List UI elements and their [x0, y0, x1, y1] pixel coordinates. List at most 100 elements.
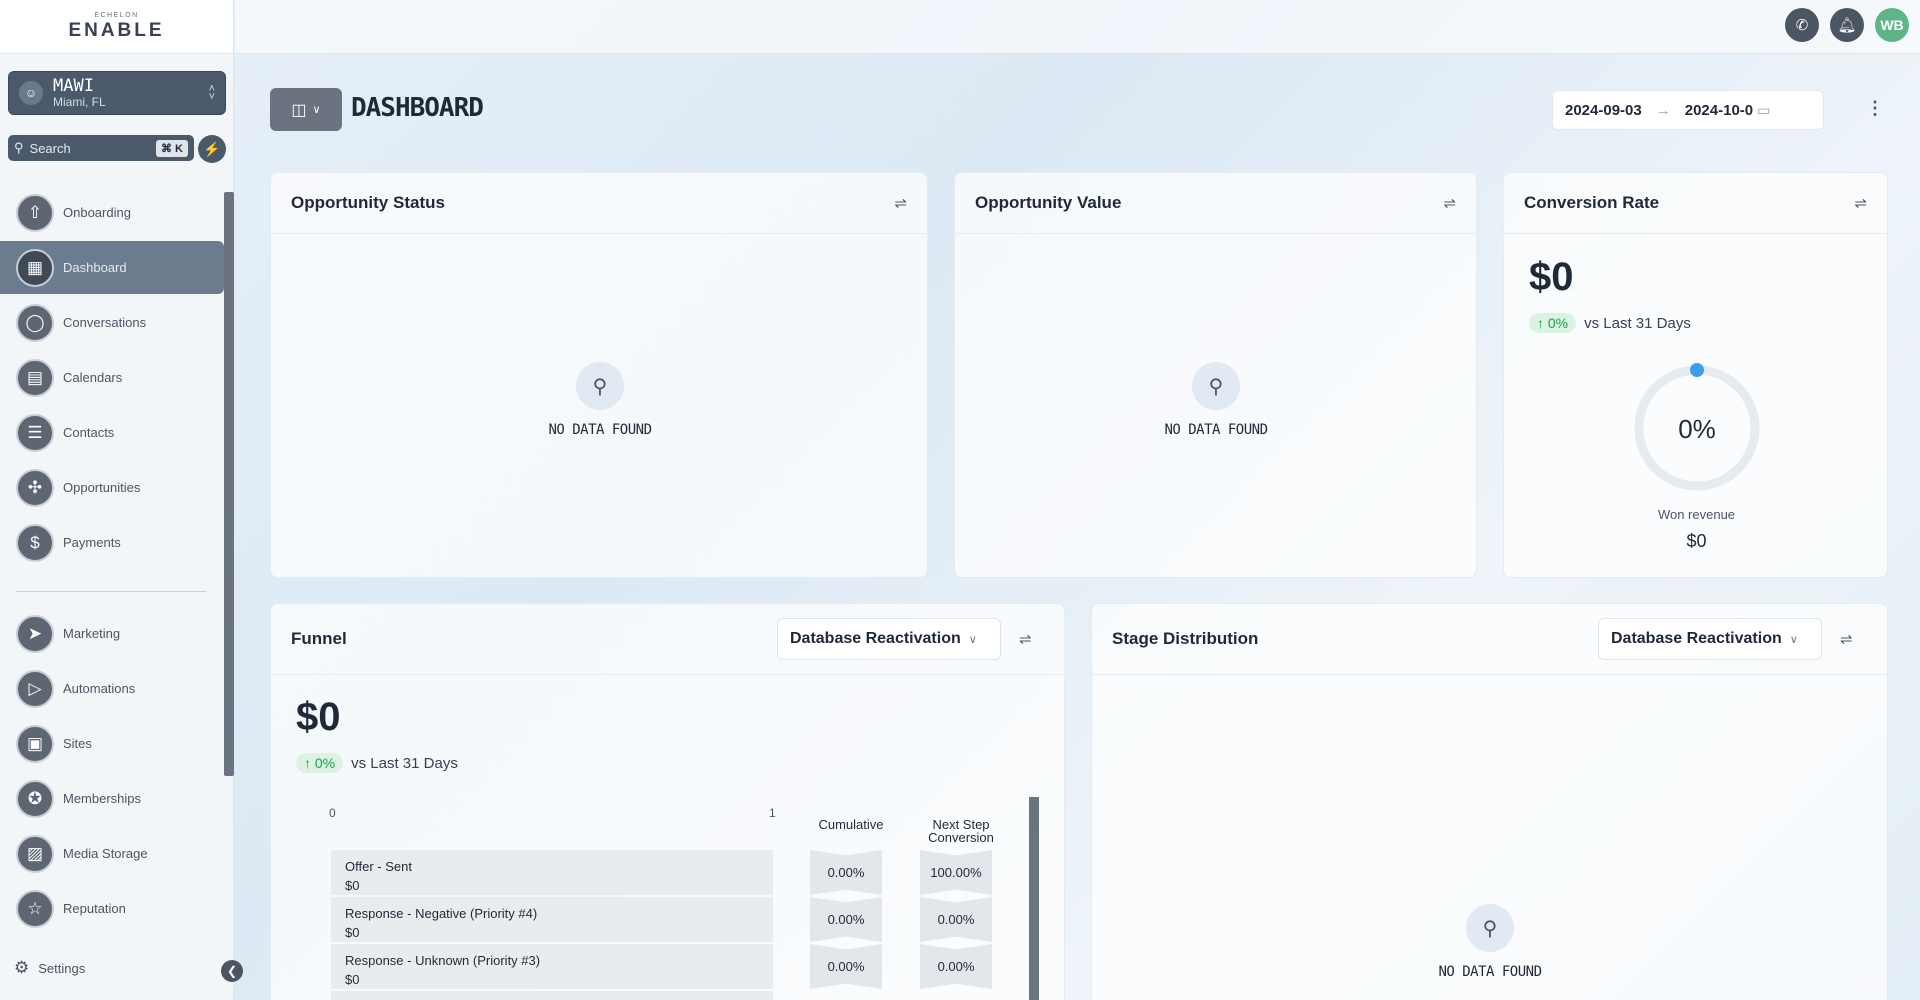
- send-icon: ➤: [16, 614, 54, 653]
- sites-icon: ▣: [16, 724, 54, 763]
- comparison-text: vs Last 31 Days: [351, 754, 458, 772]
- phone-icon: ✆: [1795, 17, 1809, 34]
- top-bar: ✆ 🔔︎ WB: [235, 0, 1920, 54]
- empty-state-text: NO DATA FOUND: [1164, 422, 1268, 438]
- notifications-button[interactable]: 🔔︎: [1830, 8, 1864, 42]
- conversion-rate-card: Conversion Rate ⇌ $0 ↑ 0% vs Last 31 Day…: [1503, 172, 1888, 578]
- chat-icon: ◯: [16, 303, 54, 342]
- axis-max: 1: [769, 806, 776, 820]
- calendar-icon: ▤: [16, 358, 54, 397]
- location-switcher[interactable]: ☺ MAWI Miami, FL ˄ ˅: [8, 71, 226, 115]
- more-options-icon[interactable]: ⋮: [1866, 98, 1884, 119]
- dashboard-view-switcher[interactable]: ◫ ∨: [270, 88, 342, 131]
- search-icon: ⚲: [576, 362, 624, 410]
- conversion-amount: $0: [1529, 255, 1574, 299]
- opportunity-status-card: Opportunity Status ⇌ ⚲ NO DATA FOUND: [270, 172, 928, 578]
- table-row: Offer - Sent $0: [331, 850, 773, 895]
- stage-distribution-card: Stage Distribution Database Reactivation…: [1091, 603, 1888, 1000]
- date-range-picker[interactable]: 2024-09-03 → 2024-10-0 ▭: [1552, 90, 1824, 130]
- cumulative-cell: 0.00%: [810, 944, 882, 989]
- sidebar-item-memberships[interactable]: ✪ Memberships: [0, 772, 224, 825]
- next-step-cell: 0.00%: [920, 897, 992, 942]
- arrow-right-icon: →: [1655, 101, 1671, 119]
- sidebar-item-conversations[interactable]: ◯ Conversations: [0, 296, 224, 349]
- sidebar-item-contacts[interactable]: ☰ Contacts: [0, 406, 224, 459]
- change-badge: ↑ 0%: [1529, 313, 1577, 333]
- sidebar-item-reputation[interactable]: ☆ Reputation: [0, 882, 224, 935]
- sidebar-item-label: Sites: [63, 736, 92, 751]
- gauge-indicator: [1690, 363, 1704, 377]
- conversion-change-row: ↑ 0% vs Last 31 Days: [1529, 313, 1691, 333]
- sidebar-item-label: Contacts: [63, 425, 115, 440]
- collapse-sidebar-button[interactable]: ❮: [221, 960, 243, 982]
- sidebar-item-opportunities[interactable]: ✣ Opportunities: [0, 461, 224, 514]
- change-badge: ↑ 0%: [296, 753, 344, 773]
- user-avatar[interactable]: WB: [1875, 8, 1909, 42]
- won-revenue-amount: $0: [1686, 531, 1707, 551]
- filter-settings-icon[interactable]: ⇌: [1840, 630, 1853, 648]
- sidebar: ECHELON ENABLE ☺ MAWI Miami, FL ˄ ˅ ⚲ Sea…: [0, 0, 243, 1000]
- location-icon: ☺: [19, 81, 43, 105]
- search-icon: ⚲: [1192, 362, 1240, 410]
- filter-settings-icon[interactable]: ⇌: [1854, 194, 1867, 212]
- calendar-icon: ▭: [1757, 101, 1771, 118]
- sidebar-item-label: Calendars: [63, 370, 123, 385]
- sidebar-item-payments[interactable]: $ Payments: [0, 516, 224, 569]
- phone-button[interactable]: ✆: [1785, 8, 1819, 42]
- filter-settings-icon[interactable]: ⇌: [1019, 630, 1032, 648]
- sidebar-item-label: Onboarding: [63, 205, 131, 220]
- quick-action-bolt-icon[interactable]: ⚡: [198, 135, 226, 163]
- axis-min: 0: [329, 806, 336, 820]
- funnel-scrollbar[interactable]: [1029, 797, 1039, 1000]
- select-value: Database Reactivation: [790, 630, 961, 647]
- sidebar-item-sites[interactable]: ▣ Sites: [0, 717, 224, 770]
- sidebar-item-label: Conversations: [63, 315, 147, 330]
- opportunities-icon: ✣: [16, 468, 54, 507]
- table-row: Response - Unknown (Priority #3) $0: [331, 944, 773, 989]
- sidebar-item-onboarding[interactable]: ⇧ Onboarding: [0, 186, 224, 239]
- column-header-next-step: Next Step Conversion: [921, 818, 1001, 844]
- brand-logo[interactable]: ECHELON ENABLE: [0, 0, 233, 54]
- chevron-down-icon: ∨: [312, 104, 321, 116]
- sidebar-item-label: Opportunities: [63, 480, 141, 495]
- sidebar-item-automations[interactable]: ▷ Automations: [0, 662, 224, 715]
- search-input[interactable]: ⚲ Search ⌘ K: [8, 135, 194, 161]
- card-title: Opportunity Value: [975, 193, 1122, 212]
- card-title: Opportunity Status: [291, 193, 445, 212]
- sidebar-item-settings[interactable]: ⚙ Settings: [14, 958, 85, 978]
- won-revenue-label: Won revenue: [1657, 507, 1736, 522]
- filter-settings-icon[interactable]: ⇌: [894, 194, 907, 212]
- search-icon: ⚲: [1466, 904, 1514, 952]
- rocket-icon: ⇧: [16, 193, 54, 232]
- empty-state: ⚲ NO DATA FOUND: [1400, 904, 1580, 980]
- gear-icon: ⚙: [14, 958, 30, 977]
- dashboard-icon: ▦: [16, 248, 54, 287]
- funnel-change-row: ↑ 0% vs Last 31 Days: [296, 753, 458, 773]
- star-icon: ☆: [16, 889, 54, 928]
- next-step-cell: 0.00%: [920, 944, 992, 989]
- sidebar-item-label: Automations: [63, 681, 136, 696]
- sidebar-item-media-storage[interactable]: ▨ Media Storage: [0, 827, 224, 880]
- stage-name: Offer - Sent: [345, 859, 412, 874]
- sidebar-item-dashboard[interactable]: ▦ Dashboard: [0, 241, 224, 294]
- filter-settings-icon[interactable]: ⇌: [1443, 194, 1456, 212]
- play-icon: ▷: [16, 669, 54, 708]
- badge-icon: ✪: [16, 779, 54, 818]
- stage-pipeline-select[interactable]: Database Reactivation ∨: [1598, 618, 1822, 660]
- search-icon: ⚲: [14, 140, 24, 155]
- sidebar-item-marketing[interactable]: ➤ Marketing: [0, 607, 224, 660]
- sidebar-item-label: Marketing: [63, 626, 121, 641]
- sidebar-scrollbar[interactable]: [224, 192, 234, 776]
- select-value: Database Reactivation: [1611, 630, 1782, 647]
- funnel-pipeline-select[interactable]: Database Reactivation ∨: [777, 618, 1001, 660]
- settings-label: Settings: [38, 960, 86, 976]
- column-header-cumulative: Cumulative: [818, 817, 884, 832]
- card-title: Conversion Rate: [1524, 193, 1660, 212]
- sidebar-item-label: Memberships: [63, 791, 142, 806]
- date-start: 2024-09-03: [1565, 101, 1642, 119]
- sidebar-item-calendars[interactable]: ▤ Calendars: [0, 351, 224, 404]
- cumulative-cell: 0.00%: [810, 897, 882, 942]
- stage-value: $0: [345, 925, 360, 940]
- layout-icon: ◫: [291, 101, 307, 119]
- contacts-icon: ☰: [16, 413, 54, 452]
